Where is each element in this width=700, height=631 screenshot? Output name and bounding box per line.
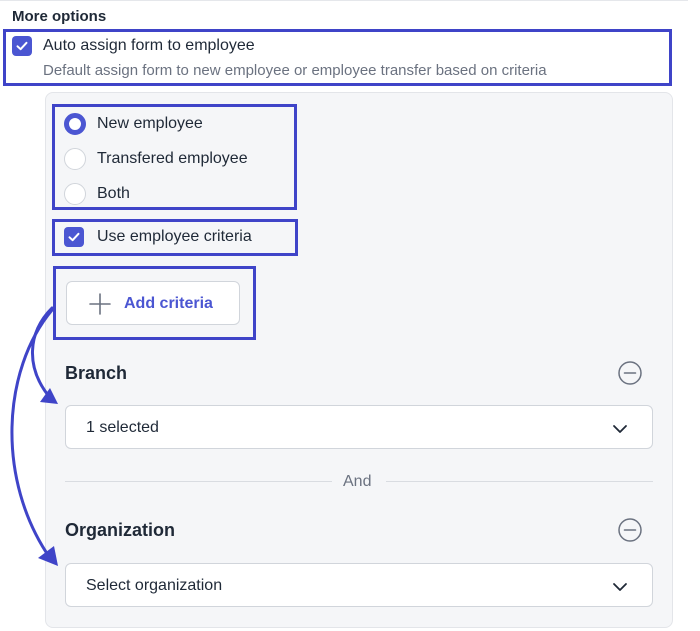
remove-branch-button[interactable] (618, 361, 642, 385)
use-criteria-checkbox[interactable] (64, 227, 84, 247)
radio-label-transfered-employee: Transfered employee (97, 150, 248, 167)
organization-title: Organization (65, 520, 176, 540)
separator-line-right (386, 481, 653, 482)
use-criteria-label: Use employee criteria (97, 228, 252, 245)
minus-circle-icon (618, 361, 642, 385)
criteria-panel (45, 92, 673, 628)
add-criteria-label: Add criteria (124, 295, 213, 312)
plus-icon (89, 293, 111, 315)
check-icon (68, 232, 80, 242)
radio-button[interactable] (64, 183, 86, 205)
add-criteria-button[interactable]: Add criteria (66, 281, 240, 325)
organization-select[interactable]: Select organization (65, 563, 653, 607)
radio-button[interactable] (64, 148, 86, 170)
auto-assign-label: Auto assign form to employee (43, 37, 255, 54)
organization-select-placeholder: Select organization (86, 577, 223, 594)
minus-circle-icon (618, 518, 642, 542)
chevron-down-icon (613, 583, 627, 591)
branch-select[interactable]: 1 selected (65, 405, 653, 449)
separator-line-left (65, 481, 332, 482)
auto-assign-checkbox[interactable] (12, 36, 32, 56)
branch-select-value: 1 selected (86, 419, 159, 436)
radio-label-both: Both (97, 185, 130, 202)
radio-label-new-employee: New employee (97, 115, 203, 132)
chevron-down-icon (613, 425, 627, 433)
section-title: More options (12, 8, 107, 25)
branch-title: Branch (65, 363, 128, 383)
remove-organization-button[interactable] (618, 518, 642, 542)
separator-and-label: And (343, 473, 372, 490)
check-icon (16, 41, 28, 51)
top-divider (0, 0, 688, 1)
radio-button-selected[interactable] (64, 113, 86, 135)
auto-assign-description: Default assign form to new employee or e… (43, 62, 547, 79)
